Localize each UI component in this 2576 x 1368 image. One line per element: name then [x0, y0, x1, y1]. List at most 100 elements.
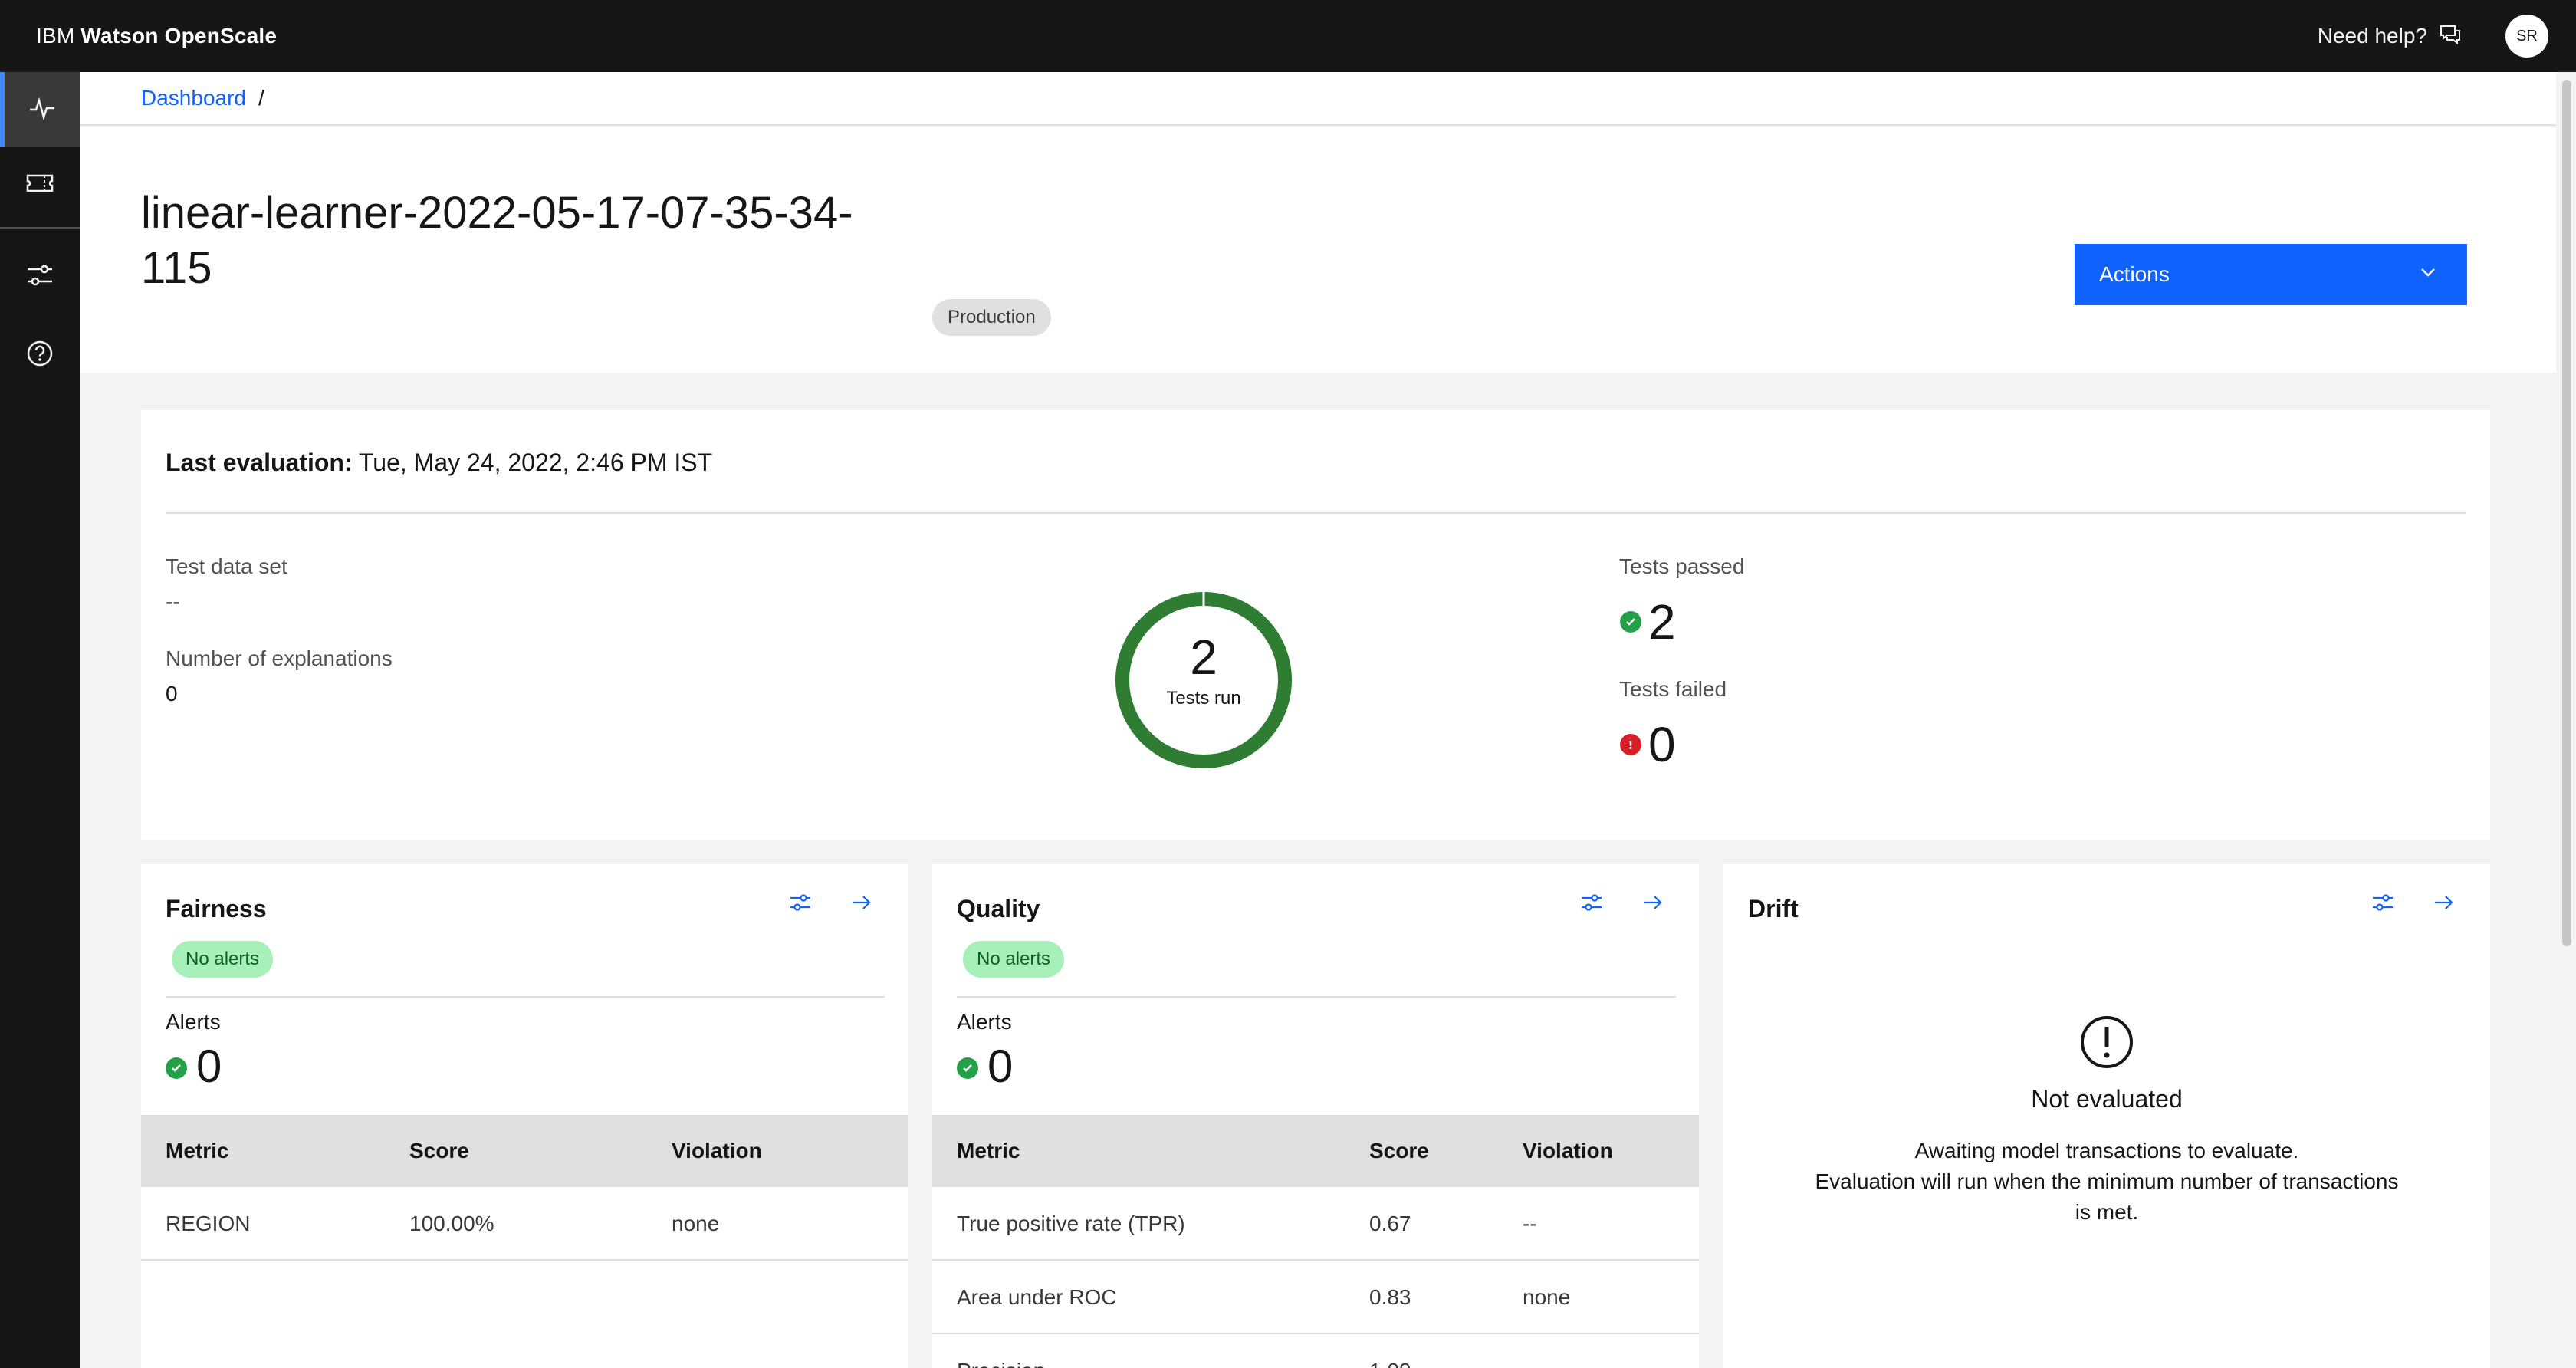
table-row: Area under ROC 0.83 none — [932, 1261, 1699, 1334]
drift-message-line: Evaluation will run when the minimum num… — [1815, 1169, 2399, 1193]
tests-run-count: 2 — [1190, 630, 1217, 685]
checkmark-filled-icon — [1620, 611, 1641, 633]
violation-cell: none — [1523, 1285, 1571, 1309]
app-brand[interactable]: IBM Watson OpenScale — [36, 0, 277, 72]
score-cell: 0.67 — [1369, 1212, 1411, 1235]
score-cell: 1.00 — [1369, 1334, 1411, 1368]
production-tag: Production — [932, 299, 1051, 336]
divider — [166, 512, 2466, 514]
warning-alt-icon — [1723, 1014, 2490, 1074]
activity-pulse-icon — [27, 93, 58, 127]
checkmark-filled-icon — [957, 1057, 978, 1079]
nav-tickets[interactable] — [0, 147, 80, 222]
nav-insights-dashboard[interactable] — [0, 72, 80, 147]
alerts-count: 0 — [987, 1041, 1014, 1092]
arrow-right-icon — [849, 890, 874, 919]
fairness-details-button[interactable] — [840, 883, 883, 926]
explanations-value: 0 — [166, 682, 178, 705]
quality-details-button[interactable] — [1631, 883, 1674, 926]
actions-label: Actions — [2099, 262, 2170, 286]
brand-prefix: IBM — [36, 24, 75, 48]
fairness-table-header: Metric Score Violation — [141, 1115, 908, 1187]
alerts-label: Alerts — [166, 1010, 221, 1034]
checkmark-filled-icon — [166, 1057, 187, 1079]
test-data-value: -- — [166, 590, 180, 613]
need-help-link[interactable]: Need help? — [2318, 0, 2463, 72]
ticket-icon — [25, 168, 55, 202]
drift-message-line: is met. — [2075, 1200, 2139, 1224]
settings-adjust-icon — [25, 260, 55, 294]
main-content: Dashboard / linear-learner-2022-05-17-07… — [80, 72, 2556, 1368]
divider — [957, 996, 1676, 998]
error-filled-icon — [1620, 734, 1641, 755]
test-data-label: Test data set — [166, 554, 288, 578]
column-header[interactable]: Metric — [166, 1115, 228, 1187]
explanations-label: Number of explanations — [166, 646, 393, 670]
column-header[interactable]: Violation — [1523, 1115, 1613, 1187]
tests-run-label: Tests run — [1166, 688, 1241, 709]
fairness-card: Fairness No alerts Alerts 0 Metric Score… — [141, 864, 908, 1368]
metric-cell: Area under ROC — [957, 1285, 1117, 1309]
drift-title: Drift — [1748, 895, 1799, 922]
tests-failed-count: 0 — [1648, 717, 1676, 772]
top-header: IBM Watson OpenScale Need help? SR — [0, 0, 2576, 72]
breadcrumb-separator: / — [258, 86, 264, 110]
breadcrumb: Dashboard / — [80, 72, 2556, 126]
metric-cell: True positive rate (TPR) — [957, 1212, 1185, 1235]
last-evaluation: Last evaluation: Tue, May 24, 2022, 2:46… — [166, 449, 712, 477]
page-scrollbar[interactable] — [2556, 72, 2576, 1368]
violation-cell: none — [672, 1212, 720, 1235]
arrow-right-icon — [2432, 890, 2456, 919]
metric-cell: Precision — [957, 1334, 1045, 1368]
last-evaluation-value: Tue, May 24, 2022, 2:46 PM IST — [358, 449, 713, 476]
page-header: linear-learner-2022-05-17-07-35-34-115 P… — [80, 127, 2556, 373]
evaluation-summary: Last evaluation: Tue, May 24, 2022, 2:46… — [141, 410, 2490, 840]
drift-message-line: Awaiting model transactions to evaluate. — [1914, 1139, 2299, 1162]
column-header[interactable]: Score — [1369, 1115, 1429, 1187]
violation-cell: -- — [1523, 1212, 1537, 1235]
settings-adjust-icon — [788, 890, 813, 919]
alerts-count: 0 — [196, 1041, 222, 1092]
tests-passed-label: Tests passed — [1619, 554, 1745, 578]
nav-help[interactable] — [0, 317, 80, 393]
rail-divider — [0, 227, 80, 229]
table-row: True positive rate (TPR) 0.67 -- — [932, 1187, 1699, 1261]
settings-adjust-icon — [1579, 890, 1604, 919]
need-help-label: Need help? — [2317, 24, 2427, 48]
chevron-down-icon — [2418, 262, 2438, 288]
last-evaluation-label: Last evaluation: — [166, 449, 353, 476]
help-icon — [25, 338, 55, 373]
left-nav-rail — [0, 72, 80, 1368]
nav-configure[interactable] — [0, 239, 80, 314]
scrollbar-thumb[interactable] — [2562, 80, 2571, 946]
no-alerts-tag: No alerts — [172, 941, 274, 978]
brand-name: Watson OpenScale — [80, 24, 278, 48]
actions-dropdown[interactable]: Actions — [2075, 244, 2467, 305]
no-alerts-tag: No alerts — [963, 941, 1065, 978]
quality-title: Quality — [957, 895, 1040, 922]
chat-icon — [2438, 21, 2463, 51]
score-cell: 100.00% — [409, 1212, 495, 1235]
breadcrumb-dashboard-link[interactable]: Dashboard — [141, 86, 246, 110]
settings-adjust-icon — [2371, 890, 2395, 919]
tests-failed-label: Tests failed — [1619, 677, 1727, 701]
user-avatar[interactable]: SR — [2505, 15, 2548, 58]
quality-configure-button[interactable] — [1570, 883, 1613, 926]
column-header[interactable]: Metric — [957, 1115, 1020, 1187]
column-header[interactable]: Violation — [672, 1115, 762, 1187]
drift-details-button[interactable] — [2423, 883, 2466, 926]
quality-card: Quality No alerts Alerts 0 Metric Score … — [932, 864, 1699, 1368]
arrow-right-icon — [1641, 890, 1665, 919]
quality-table-header: Metric Score Violation — [932, 1115, 1699, 1187]
drift-message: Awaiting model transactions to evaluate.… — [1723, 1136, 2490, 1228]
table-row: Precision 1.00 — [932, 1334, 1699, 1368]
fairness-configure-button[interactable] — [779, 883, 822, 926]
divider — [166, 996, 885, 998]
table-row: REGION 100.00% none — [141, 1187, 908, 1261]
drift-card: Drift Not evaluated Awaiting model trans… — [1723, 864, 2490, 1368]
drift-configure-button[interactable] — [2361, 883, 2404, 926]
score-cell: 0.83 — [1369, 1285, 1411, 1309]
column-header[interactable]: Score — [409, 1115, 469, 1187]
drift-status: Not evaluated — [2031, 1085, 2183, 1113]
fairness-title: Fairness — [166, 895, 267, 922]
